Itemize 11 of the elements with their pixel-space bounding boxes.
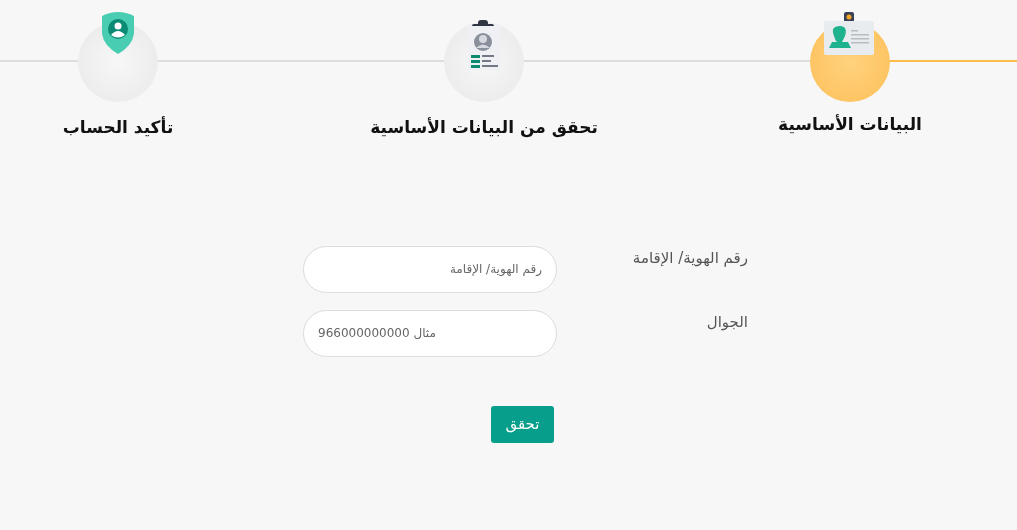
- input-field[interactable]: مثال 966000000000: [303, 309, 557, 357]
- verify-button[interactable]: تحقق: [491, 405, 554, 443]
- field-label: الجوال: [705, 311, 748, 333]
- shield-user-icon: [102, 12, 134, 54]
- step-label: تأكيد الحساب: [62, 115, 174, 139]
- step-label: البيانات الأساسية: [778, 113, 922, 136]
- step-label: تحقق من البيانات الأساسية: [370, 116, 598, 140]
- profile-badge-icon: [468, 20, 500, 70]
- field-label: رقم الهوية/ الإقامة: [631, 247, 748, 269]
- input-field[interactable]: رقم الهوية/ الإقامة: [303, 245, 557, 293]
- id-card-icon: [824, 12, 876, 58]
